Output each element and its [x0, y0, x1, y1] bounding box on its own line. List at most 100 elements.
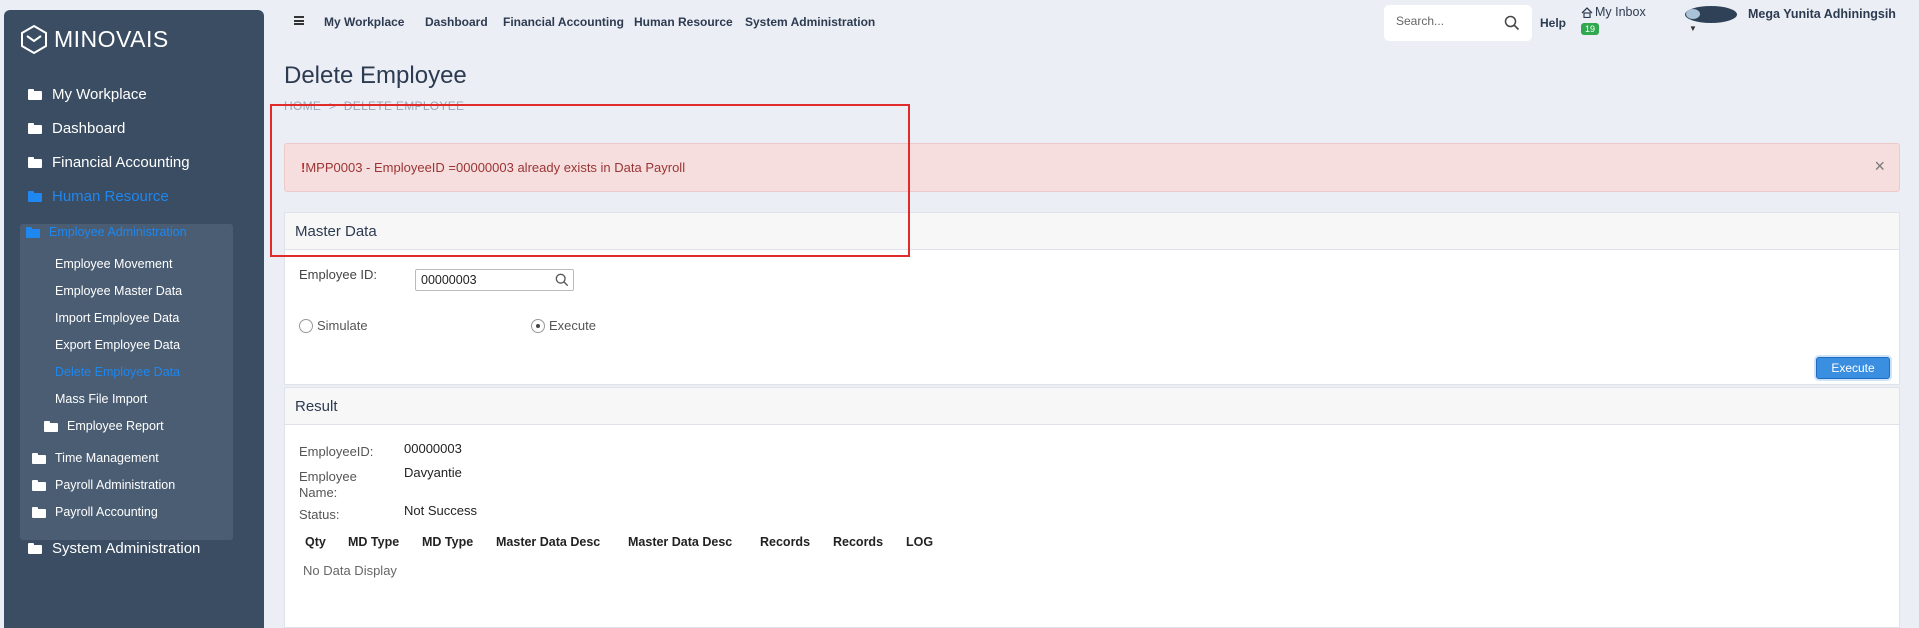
sidebar-item-label: Time Management: [55, 451, 159, 465]
employee-name-value: Davyantie: [404, 465, 462, 480]
status-value: Not Success: [404, 503, 477, 518]
sidebar-item-mass-file-import[interactable]: Mass File Import: [55, 392, 147, 406]
error-alert: !MPP0003 - EmployeeID =00000003 already …: [284, 143, 1900, 192]
radio-button[interactable]: [299, 318, 313, 333]
result-header: Result: [285, 388, 1899, 425]
breadcrumb: HOME > DELETE EMPLOYEE: [284, 99, 464, 113]
inbox-label: My Inbox: [1595, 5, 1646, 19]
top-link-financial-accounting[interactable]: Financial Accounting: [503, 15, 624, 29]
breadcrumb-home[interactable]: HOME: [284, 99, 321, 113]
top-navbar: My Workplace Dashboard Financial Account…: [264, 0, 1919, 44]
employee-id-value: 00000003: [404, 441, 462, 456]
sidebar-item-import-employee-data[interactable]: Import Employee Data: [55, 311, 179, 325]
sidebar-item-label: Financial Accounting: [52, 154, 190, 171]
result-card: Result EmployeeID: 00000003 Employee Nam…: [284, 387, 1900, 628]
folder-icon: [32, 479, 46, 491]
employee-id-label: Employee ID:: [299, 267, 378, 282]
sidebar-item-label: Delete Employee Data: [55, 365, 181, 379]
column-header: Master Data Desc: [496, 535, 601, 549]
master-data-header: Master Data: [285, 213, 1899, 250]
folder-icon: [28, 543, 42, 554]
sidebar-item-label: System Administration: [52, 540, 201, 557]
sidebar-item-label: Mass File Import: [55, 392, 148, 406]
sidebar-item-employee-master-data[interactable]: Employee Master Data: [55, 284, 182, 298]
avatar[interactable]: [1685, 6, 1737, 23]
sidebar-item-human-resource[interactable]: Human Resource: [28, 188, 169, 205]
sidebar-item-system-administration[interactable]: System Administration: [28, 540, 200, 557]
search-input[interactable]: [1396, 14, 1496, 28]
hexagon-logo-icon: [21, 24, 47, 54]
hamburger-menu-icon[interactable]: [294, 16, 304, 25]
global-search: [1384, 5, 1532, 41]
sidebar-item-employee-movement[interactable]: Employee Movement: [55, 257, 172, 271]
sidebar-item-payroll-administration[interactable]: Payroll Administration: [32, 478, 175, 492]
sidebar-item-label: My Workplace: [52, 86, 147, 103]
folder-icon: [28, 123, 42, 134]
execute-radio[interactable]: Execute: [531, 318, 596, 333]
app-logo[interactable]: MINOVAIS: [20, 24, 169, 54]
search-icon[interactable]: [1504, 15, 1520, 31]
folder-icon: [32, 452, 46, 464]
folder-icon: [32, 506, 46, 518]
sidebar-item-label: Employee Movement: [55, 257, 173, 271]
user-name[interactable]: Mega Yunita Adhiningsih: [1748, 7, 1896, 21]
sidebar-item-dashboard[interactable]: Dashboard: [28, 120, 125, 137]
page-title: Delete Employee: [284, 62, 467, 89]
caret-down-icon[interactable]: ▼: [1689, 24, 1697, 33]
top-link-my-workplace[interactable]: My Workplace: [324, 15, 404, 29]
sidebar-item-employee-report[interactable]: Employee Report: [44, 419, 164, 433]
top-link-dashboard[interactable]: Dashboard: [425, 15, 488, 29]
radio-button[interactable]: [531, 318, 545, 333]
sidebar-item-label: Payroll Accounting: [55, 505, 158, 519]
sidebar-item-delete-employee-data[interactable]: Delete Employee Data: [55, 365, 180, 379]
sidebar-item-my-workplace[interactable]: My Workplace: [28, 86, 147, 103]
sidebar-item-label: Payroll Administration: [55, 478, 176, 492]
sidebar-item-label: Employee Master Data: [55, 284, 183, 298]
sidebar-item-employee-administration[interactable]: Employee Administration: [26, 225, 187, 239]
inbox-count-badge: 19: [1581, 23, 1600, 35]
execute-label: Execute: [549, 318, 596, 333]
sidebar: MINOVAIS My Workplace Dashboard Financia…: [4, 10, 264, 628]
sidebar-item-label: Human Resource: [52, 188, 169, 205]
sidebar-item-time-management[interactable]: Time Management: [32, 451, 159, 465]
column-header: MD Type: [422, 535, 474, 549]
human-resource-submenu: [20, 224, 233, 540]
simulate-label: Simulate: [317, 318, 368, 333]
help-link[interactable]: Help: [1540, 16, 1566, 30]
sidebar-item-label: Export Employee Data: [55, 338, 181, 352]
execute-button[interactable]: Execute: [1816, 357, 1890, 379]
sidebar-item-label: Dashboard: [52, 120, 126, 137]
folder-icon: [26, 226, 40, 238]
close-icon[interactable]: ×: [1874, 156, 1885, 177]
employee-id-label: EmployeeID:: [299, 444, 374, 459]
sidebar-item-export-employee-data[interactable]: Export Employee Data: [55, 338, 180, 352]
column-header: Qty: [305, 535, 326, 549]
employee-id-input[interactable]: [421, 273, 546, 287]
folder-icon: [28, 89, 42, 100]
folder-icon: [28, 157, 42, 168]
folder-icon: [44, 420, 58, 432]
home-icon: [1581, 6, 1593, 18]
employee-id-field: [415, 269, 574, 291]
column-header: Records: [833, 535, 884, 549]
top-link-system-administration[interactable]: System Administration: [745, 15, 875, 29]
status-label: Status:: [299, 507, 340, 522]
sidebar-item-financial-accounting[interactable]: Financial Accounting: [28, 154, 190, 171]
employee-name-label: Employee Name:: [299, 469, 357, 500]
sidebar-item-label: Import Employee Data: [55, 311, 180, 325]
sidebar-item-label: Employee Report: [67, 419, 164, 433]
column-header: Records: [760, 535, 811, 549]
empty-table-message: No Data Display: [303, 563, 397, 578]
simulate-radio[interactable]: Simulate: [299, 318, 368, 333]
alert-message: MPP0003 - EmployeeID =00000003 already e…: [305, 160, 686, 175]
sidebar-item-payroll-accounting[interactable]: Payroll Accounting: [32, 505, 158, 519]
inbox-link[interactable]: My Inbox 19: [1581, 5, 1646, 37]
breadcrumb-separator: >: [328, 99, 337, 113]
column-header: Master Data Desc: [628, 535, 733, 549]
column-header: LOG: [906, 535, 934, 549]
column-header: MD Type: [348, 535, 400, 549]
folder-icon: [28, 191, 42, 202]
master-data-card: Master Data Employee ID: Simulate Execut…: [284, 212, 1900, 385]
top-link-human-resource[interactable]: Human Resource: [634, 15, 733, 29]
search-icon[interactable]: [555, 273, 569, 287]
